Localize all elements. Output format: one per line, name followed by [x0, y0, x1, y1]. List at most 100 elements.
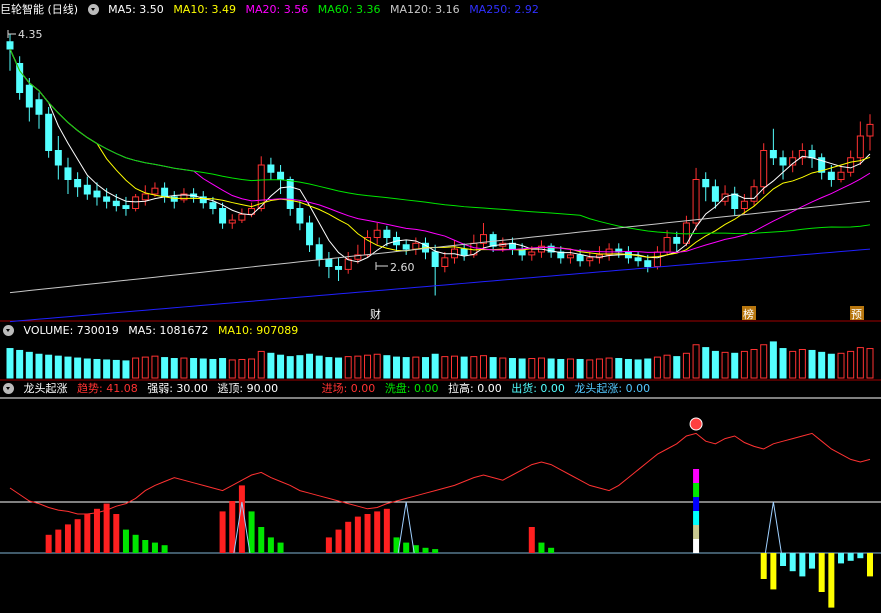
- indicator-bar-cyan: [857, 553, 864, 559]
- volume-bar: [325, 357, 333, 379]
- candle-body: [209, 202, 217, 209]
- candle-body: [634, 257, 642, 262]
- indicator-bar-yellow: [818, 553, 825, 592]
- candle-body: [277, 171, 285, 180]
- main-panel-header: 巨轮智能 (日线) MA5: 3.50 MA10: 3.49 MA20: 3.5…: [0, 2, 545, 18]
- candle-body: [721, 193, 729, 202]
- candle-body: [711, 186, 719, 202]
- volume-dropdown-icon[interactable]: [3, 325, 14, 336]
- indicator-pull: 拉高: 0.00: [448, 382, 502, 395]
- signal-stack-segment: [693, 525, 700, 539]
- volume-bar: [866, 348, 874, 379]
- volume-bar: [112, 359, 120, 379]
- volume-bar: [528, 358, 536, 379]
- candle-body: [750, 186, 758, 202]
- volume-bar: [634, 359, 642, 379]
- volume-bar: [731, 352, 739, 379]
- indicator-bar-cyan: [780, 553, 787, 566]
- ma5-value: MA5: 3.50: [108, 3, 164, 16]
- volume-bar: [286, 356, 294, 379]
- volume-bar: [624, 358, 632, 379]
- candle-body: [692, 179, 700, 224]
- volume-ma10: MA10: 907089: [217, 324, 299, 337]
- event-markers: 财 榜 预: [370, 306, 864, 321]
- moving-average-lines: [9, 48, 871, 323]
- indicator-bar-yellow: [867, 553, 873, 577]
- indicator-panel-header: 龙头起涨 趋势: 41.08 强弱: 30.00 逃顶: 90.00 进场: 0…: [0, 381, 656, 397]
- volume-bar: [422, 357, 430, 379]
- indicator-dropdown-icon[interactable]: [3, 383, 14, 394]
- volume-bar: [827, 353, 835, 379]
- volume-bar: [373, 353, 381, 379]
- high-price-label: 4.35: [18, 28, 43, 41]
- candle-body: [141, 193, 149, 201]
- volume-bar: [83, 358, 91, 379]
- signal-stack-segment: [693, 539, 700, 553]
- volume-bar: [238, 358, 246, 379]
- volume-bar: [644, 358, 652, 379]
- candle-body: [653, 251, 661, 267]
- volume-bar: [721, 351, 729, 379]
- volume-bar: [141, 356, 149, 379]
- event-marker-bang[interactable]: 榜: [743, 307, 754, 321]
- volume-bar: [296, 355, 304, 379]
- indicator-bar-green: [258, 527, 265, 553]
- indicator-entry: 进场: 0.00: [321, 382, 376, 395]
- candle-body: [586, 257, 594, 262]
- candle-body: [847, 157, 855, 173]
- indicator-bar-red: [113, 514, 120, 553]
- ma250-value: MA250: 2.92: [469, 3, 539, 16]
- candle-body: [25, 84, 33, 108]
- stock-title[interactable]: 巨轮智能 (日线): [0, 3, 78, 16]
- volume-bar: [798, 349, 806, 379]
- ma20-value: MA20: 3.56: [245, 3, 309, 16]
- volume-bar: [508, 358, 516, 379]
- volume-bar: [25, 351, 33, 379]
- volume-bar: [692, 344, 700, 379]
- candle-body: [856, 135, 864, 159]
- ma120-value: MA120: 3.16: [389, 3, 460, 16]
- volume-bar: [576, 358, 584, 379]
- settings-dropdown-icon[interactable]: [87, 4, 99, 15]
- indicator-bar-green: [267, 537, 274, 553]
- volume-bar: [499, 357, 507, 379]
- volume-bar: [248, 358, 256, 379]
- event-marker-cai[interactable]: 财: [370, 307, 381, 321]
- volume-panel-header: VOLUME: 730019 MA5: 1081672 MA10: 907089: [0, 323, 304, 339]
- ma120-line: [9, 200, 871, 294]
- volume-bar: [470, 356, 478, 379]
- indicator-bar-red: [374, 511, 381, 553]
- volume-value: VOLUME: 730019: [23, 324, 119, 337]
- volume-bar: [180, 357, 188, 379]
- volume-bar: [595, 358, 603, 379]
- volume-bar: [818, 351, 826, 379]
- volume-bar: [170, 358, 178, 379]
- volume-bar: [364, 354, 372, 379]
- candle-body: [779, 157, 787, 166]
- candle-body: [112, 200, 120, 207]
- ma250-line: [9, 248, 871, 323]
- candle-body: [161, 187, 169, 198]
- candle-body: [402, 244, 410, 250]
- indicator-bar-red: [55, 529, 62, 553]
- candle-body: [151, 187, 159, 195]
- event-marker-yu[interactable]: 预: [851, 308, 862, 321]
- indicator-name[interactable]: 龙头起涨: [24, 382, 68, 395]
- volume-bar: [257, 350, 265, 379]
- candle-body: [827, 171, 835, 180]
- candle-body: [35, 99, 43, 115]
- indicator-bar-green: [122, 529, 129, 553]
- volume-bar: [315, 355, 323, 379]
- candle-body: [238, 213, 246, 221]
- indicator-bar-red: [354, 516, 361, 553]
- volume-bar: [199, 358, 207, 379]
- candle-body: [83, 184, 91, 195]
- volume-bar: [653, 356, 661, 379]
- candle-body: [576, 254, 584, 262]
- volume-bar: [566, 358, 574, 379]
- volume-bar: [702, 347, 710, 379]
- volume-bar: [547, 358, 555, 379]
- indicator-bar-green: [151, 542, 158, 553]
- candle-body: [412, 242, 420, 250]
- volume-bar: [557, 358, 565, 379]
